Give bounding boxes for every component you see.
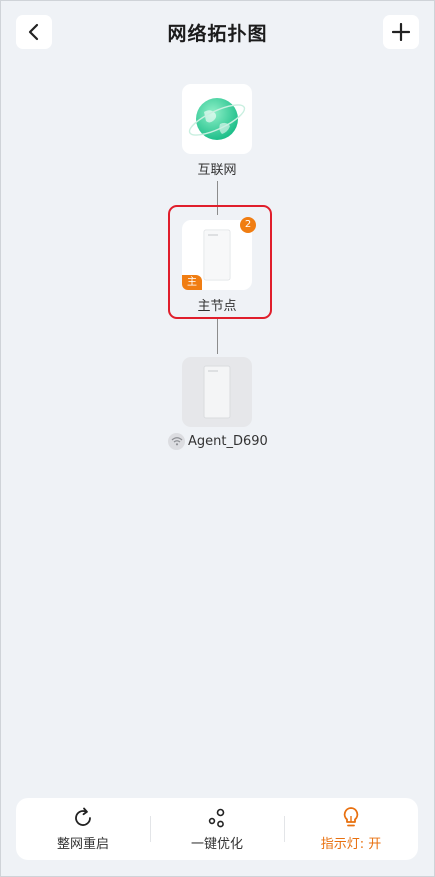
optimize-icon: [206, 806, 228, 830]
restart-network-label: 整网重启: [56, 837, 109, 852]
page-title: 网络拓扑图: [167, 23, 268, 45]
restart-network-button[interactable]: 整网重启: [16, 798, 150, 860]
notification-badge: 2: [240, 217, 256, 233]
agent-node-label: Agent_D690: [168, 432, 268, 450]
top-bar: 网络拓扑图: [0, 0, 435, 66]
refresh-icon: [72, 806, 94, 830]
lightbulb-icon: [340, 806, 362, 830]
agent-name: Agent_D690: [188, 433, 268, 449]
internet-label: 互联网: [197, 163, 237, 178]
connection-line: [217, 319, 218, 354]
primary-node-tag: 主: [182, 275, 202, 290]
router-icon: [203, 365, 231, 419]
indicator-light-label: 指示灯: 开: [320, 837, 382, 852]
action-bar: 整网重启 一键优化 指示灯: 开: [16, 798, 418, 860]
agent-node[interactable]: [182, 357, 252, 427]
internet-node[interactable]: [182, 84, 252, 154]
plus-icon: [392, 23, 410, 41]
optimize-label: 一键优化: [190, 837, 243, 852]
indicator-light-toggle[interactable]: 指示灯: 开: [284, 798, 418, 860]
optimize-button[interactable]: 一键优化: [150, 798, 284, 860]
main-node-label: 主节点: [197, 299, 237, 314]
wifi-icon: [168, 432, 185, 450]
globe-icon: [188, 98, 246, 140]
add-button[interactable]: [383, 15, 419, 49]
